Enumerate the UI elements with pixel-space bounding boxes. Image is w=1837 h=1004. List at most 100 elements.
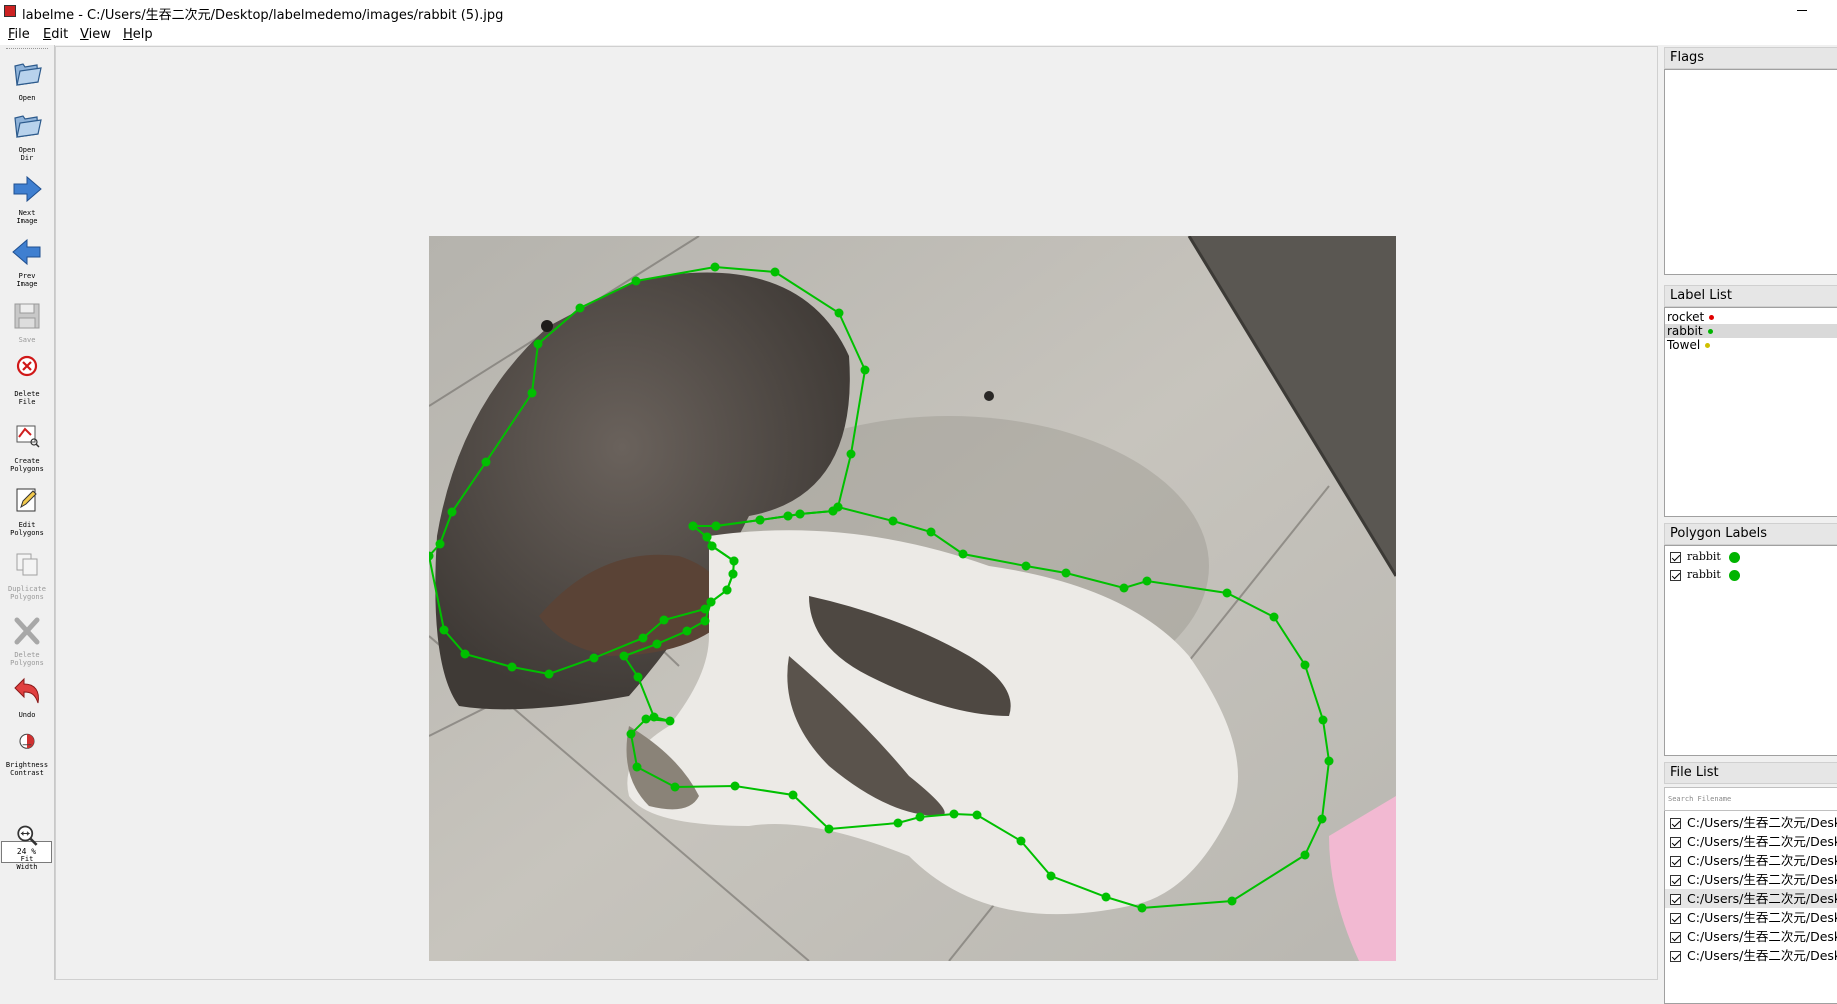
polygon-labels-list[interactable]: rabbit rabbit <box>1664 545 1837 756</box>
polygon-vertex[interactable] <box>447 507 457 517</box>
polygon-vertex[interactable] <box>507 662 517 672</box>
polygon-vertex[interactable] <box>619 651 629 661</box>
delete-file-button[interactable]: Delete File <box>0 354 54 406</box>
polygon-vertex[interactable] <box>972 810 982 820</box>
polygon-vertex[interactable] <box>665 716 675 726</box>
polygon-vertex[interactable] <box>729 556 739 566</box>
polygon-vertex[interactable] <box>688 521 698 531</box>
polygon-vertex[interactable] <box>544 669 554 679</box>
polygon-vertex[interactable] <box>700 616 710 626</box>
polygon-vertex[interactable] <box>481 457 491 467</box>
toolbar-grip[interactable] <box>6 48 48 49</box>
delete-polygons-button[interactable]: Delete Polygons <box>0 615 54 667</box>
checkbox[interactable] <box>1670 932 1681 943</box>
polygon-vertex[interactable] <box>730 781 740 791</box>
label-item-rocket[interactable]: rocket <box>1665 310 1837 324</box>
label-item-rabbit[interactable]: rabbit <box>1665 324 1837 338</box>
menu-file[interactable]: File <box>8 27 30 42</box>
polygon-vertex[interactable] <box>846 449 856 459</box>
polygon-vertex[interactable] <box>755 515 765 525</box>
polygon-vertex[interactable] <box>949 809 959 819</box>
menu-help[interactable]: Help <box>123 27 153 42</box>
next-image-button[interactable]: Next Image <box>0 173 54 225</box>
polygon-vertex[interactable] <box>1142 576 1152 586</box>
checkbox[interactable] <box>1670 856 1681 867</box>
polygon-vertex[interactable] <box>439 625 449 635</box>
polygon-vertex[interactable] <box>575 303 585 313</box>
polygon-vertex[interactable] <box>1222 588 1232 598</box>
checkbox[interactable] <box>1670 551 1681 563</box>
flags-list[interactable] <box>1664 69 1837 275</box>
prev-image-button[interactable]: Prev Image <box>0 236 54 288</box>
polygon-vertex[interactable] <box>710 262 720 272</box>
checkbox[interactable] <box>1670 913 1681 924</box>
polygon-vertex[interactable] <box>770 267 780 277</box>
polygon-vertex[interactable] <box>1300 660 1310 670</box>
polygon-label-item[interactable]: rabbit <box>1665 548 1837 566</box>
polygon-vertex[interactable] <box>641 714 651 724</box>
polygon-vertex[interactable] <box>652 639 662 649</box>
file-list-item-selected[interactable]: C:/Users/生吞二次元/Desktop/labelmedemo/image… <box>1665 889 1837 908</box>
polygon-vertex[interactable] <box>1318 715 1328 725</box>
label-item-towel[interactable]: Towel <box>1665 338 1837 352</box>
file-list-item[interactable]: C:/Users/生吞二次元/Desktop/labelmedemo/image… <box>1665 908 1837 927</box>
checkbox[interactable] <box>1670 569 1681 581</box>
file-list-item[interactable]: C:/Users/生吞二次元/Desktop/labelmedemo/image… <box>1665 851 1837 870</box>
canvas-area[interactable] <box>55 46 1658 980</box>
checkbox[interactable] <box>1670 875 1681 886</box>
polygon-vertex[interactable] <box>1227 896 1237 906</box>
polygon-vertex[interactable] <box>533 339 543 349</box>
polygon-vertex[interactable] <box>795 509 805 519</box>
edit-polygons-button[interactable]: Edit Polygons <box>0 485 54 537</box>
polygon-vertex[interactable] <box>728 569 738 579</box>
polygon-vertex[interactable] <box>1300 850 1310 860</box>
checkbox[interactable] <box>1670 951 1681 962</box>
polygon-vertex[interactable] <box>670 782 680 792</box>
polygon-vertex[interactable] <box>824 824 834 834</box>
polygon-vertex[interactable] <box>1324 756 1334 766</box>
polygon-vertex[interactable] <box>435 539 445 549</box>
polygon-vertex[interactable] <box>682 626 692 636</box>
annotated-image[interactable] <box>429 236 1396 961</box>
create-polygons-button[interactable]: Create Polygons <box>0 421 54 473</box>
open-dir-button[interactable]: Open Dir <box>0 110 54 162</box>
polygon-vertex[interactable] <box>958 549 968 559</box>
polygon-vertex[interactable] <box>706 597 716 607</box>
polygon-vertex[interactable] <box>893 818 903 828</box>
polygon-vertex[interactable] <box>638 633 648 643</box>
polygon-vertex[interactable] <box>783 511 793 521</box>
polygon-vertex[interactable] <box>633 672 643 682</box>
polygon-vertex[interactable] <box>833 502 843 512</box>
duplicate-polygons-button[interactable]: Duplicate Polygons <box>0 549 54 601</box>
brightness-contrast-button[interactable]: Brightness Contrast <box>0 729 54 777</box>
polygon-vertex[interactable] <box>1269 612 1279 622</box>
file-list-item[interactable]: C:/Users/生吞二次元/Desktop/labelmedemo/image… <box>1665 813 1837 832</box>
polygon-vertex[interactable] <box>711 521 721 531</box>
polygon-vertex[interactable] <box>1317 814 1327 824</box>
checkbox[interactable] <box>1670 818 1681 829</box>
save-button[interactable]: Save <box>0 300 54 344</box>
polygon-vertex[interactable] <box>632 762 642 772</box>
checkbox[interactable] <box>1670 894 1681 905</box>
checkbox[interactable] <box>1670 837 1681 848</box>
label-list[interactable]: rocket rabbit Towel <box>1664 307 1837 517</box>
polygon-vertex[interactable] <box>589 653 599 663</box>
polygon-vertex[interactable] <box>649 712 659 722</box>
polygon-vertex[interactable] <box>926 527 936 537</box>
polygon-vertex[interactable] <box>631 276 641 286</box>
file-list-item[interactable]: C:/Users/生吞二次元/Desktop/labelmedemo/image… <box>1665 832 1837 851</box>
menu-view[interactable]: View <box>80 27 111 42</box>
fit-width-button[interactable]: Fit Width <box>0 823 54 871</box>
polygon-vertex[interactable] <box>1021 561 1031 571</box>
file-list-item[interactable]: C:/Users/生吞二次元/Desktop/labelmedemo/image… <box>1665 927 1837 946</box>
file-list[interactable]: C:/Users/生吞二次元/Desktop/labelmedemo/image… <box>1664 811 1837 1004</box>
polygon-vertex[interactable] <box>702 532 712 542</box>
polygon-vertex[interactable] <box>915 812 925 822</box>
polygon-vertex[interactable] <box>1016 836 1026 846</box>
polygon-vertex[interactable] <box>460 649 470 659</box>
polygon-vertex[interactable] <box>860 365 870 375</box>
polygon-vertex[interactable] <box>1101 892 1111 902</box>
polygon-vertex[interactable] <box>1119 583 1129 593</box>
menu-edit[interactable]: Edit <box>43 27 68 42</box>
polygon-vertex[interactable] <box>626 729 636 739</box>
